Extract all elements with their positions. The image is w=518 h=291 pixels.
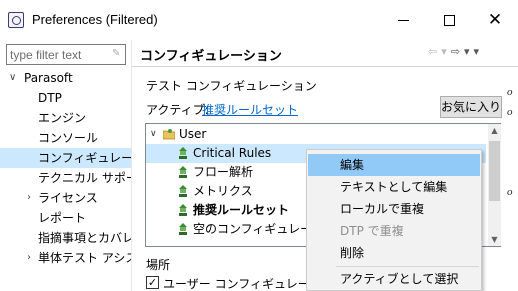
background-text-fragment: o (507, 186, 513, 198)
chevron-down-icon[interactable]: ▾ (464, 45, 470, 58)
sidebar-item-label: テクニカル サポート (38, 171, 131, 185)
sidebar-item-report[interactable]: レポート (0, 208, 131, 228)
sidebar-item-unit-test-assistant[interactable]: › 単体テスト アシス (0, 248, 131, 268)
background-text-fragment: o (507, 86, 513, 98)
page-title: コンフィギュレーション (140, 49, 282, 64)
tree-scrollbar[interactable]: ▲ ▼ (488, 124, 501, 246)
preferences-sidebar: ✎ ∨ Parasoft DTP エンジン コンソール コンフィギュレーショ テ… (0, 40, 131, 291)
minimize-button[interactable] (380, 0, 426, 40)
context-menu: 編集 テキストとして編集 ローカルで重複 DTP で重複 削除 アクティブとして… (306, 149, 482, 291)
sidebar-item-label: コンフィギュレーショ (38, 151, 131, 165)
tree-row-label: User (179, 127, 207, 141)
menu-item-duplicate-locally[interactable]: ローカルで重複 (308, 198, 480, 220)
tree-row-label: メトリクス (193, 184, 253, 198)
sidebar-item-label: レポート (38, 211, 87, 225)
scroll-up-icon[interactable]: ▲ (488, 124, 501, 137)
chevron-down-icon[interactable]: ∨ (150, 125, 157, 144)
close-icon: ✕ (487, 10, 503, 30)
forward-arrow-icon[interactable]: ⇨ (451, 45, 460, 58)
config-icon (179, 185, 187, 197)
menu-item-duplicate-in-dtp: DTP で重複 (340, 224, 404, 238)
back-arrow-icon[interactable]: ⇦ (428, 45, 437, 58)
view-menu-icon[interactable]: ▾ (474, 45, 480, 58)
sidebar-item-parasoft[interactable]: ∨ Parasoft (0, 68, 131, 88)
config-icon (179, 147, 187, 159)
menu-item-edit-as-text[interactable]: テキストとして編集 (308, 176, 480, 198)
sidebar-item-license[interactable]: › ライセンス (0, 188, 131, 208)
sidebar-item-label: 指摘事項とカバレ (38, 231, 131, 245)
sidebar-item-label: ライセンス (38, 191, 98, 205)
app-icon (8, 12, 24, 28)
sidebar-item-label: DTP (38, 91, 62, 105)
maximize-icon (443, 14, 455, 26)
panel-divider[interactable] (131, 40, 132, 291)
config-icon (179, 223, 187, 235)
config-icon (179, 166, 187, 178)
window-title: Preferences (Filtered) (32, 12, 158, 27)
config-icon (179, 204, 187, 216)
navigation-toolbar: ⇦ ▾ ⇨ ▾ ▾ (428, 45, 483, 58)
menu-separator (336, 266, 479, 267)
folder-icon (163, 129, 175, 140)
maximize-button[interactable] (426, 0, 472, 40)
checkmark-icon: ✓ (147, 276, 158, 289)
scroll-thumb[interactable] (489, 141, 500, 201)
tree-row-label: 推奨ルールセット (193, 203, 290, 217)
sidebar-item-findings-coverage[interactable]: 指摘事項とカバレ (0, 228, 131, 248)
sidebar-item-label: コンソール (38, 131, 99, 145)
page-header: コンフィギュレーション ⇦ ▾ ⇨ ▾ ▾ (132, 40, 518, 66)
tree-row-label: Critical Rules (193, 146, 272, 160)
sidebar-item-label: Parasoft (24, 71, 73, 85)
chevron-down-icon[interactable]: ▾ (441, 45, 447, 58)
title-bar: Preferences (Filtered) ✕ (0, 0, 518, 40)
favorites-button[interactable]: お気に入り (440, 96, 502, 118)
sidebar-item-label: 単体テスト アシス (38, 251, 131, 265)
user-configuration-checkbox[interactable]: ✓ (146, 276, 159, 289)
menu-item-delete[interactable]: 削除 (308, 242, 480, 264)
background-text-fragment: o (507, 106, 513, 118)
menu-item-edit[interactable]: 編集 (308, 154, 480, 176)
location-group-label: 場所 (146, 258, 171, 272)
sidebar-item-label: エンジン (38, 111, 87, 125)
tree-row-user[interactable]: ∨ User (146, 125, 486, 144)
sidebar-item-console[interactable]: コンソール (0, 128, 131, 148)
sidebar-item-engine[interactable]: エンジン (0, 108, 131, 128)
header-separator (132, 66, 518, 67)
minimize-icon (397, 19, 409, 21)
sidebar-item-dtp[interactable]: DTP (0, 88, 131, 108)
chevron-down-icon[interactable]: ∨ (9, 68, 21, 88)
sidebar-item-configuration[interactable]: コンフィギュレーショ (0, 148, 131, 168)
filter-input[interactable] (6, 44, 126, 65)
clear-filter-icon[interactable]: ✎ (112, 49, 122, 59)
tree-row-label: フロー解析 (193, 165, 254, 179)
active-config-link[interactable]: 推奨ルールセット (202, 101, 298, 118)
menu-item-set-as-active[interactable]: アクティブとして選択 (308, 268, 480, 290)
sidebar-item-technical-support[interactable]: テクニカル サポート (0, 168, 131, 188)
close-button[interactable]: ✕ (472, 0, 518, 40)
test-config-group-label: テスト コンフィギュレーション (146, 79, 317, 93)
scroll-down-icon[interactable]: ▼ (488, 233, 501, 246)
active-config-label: アクティブ: (146, 103, 209, 117)
